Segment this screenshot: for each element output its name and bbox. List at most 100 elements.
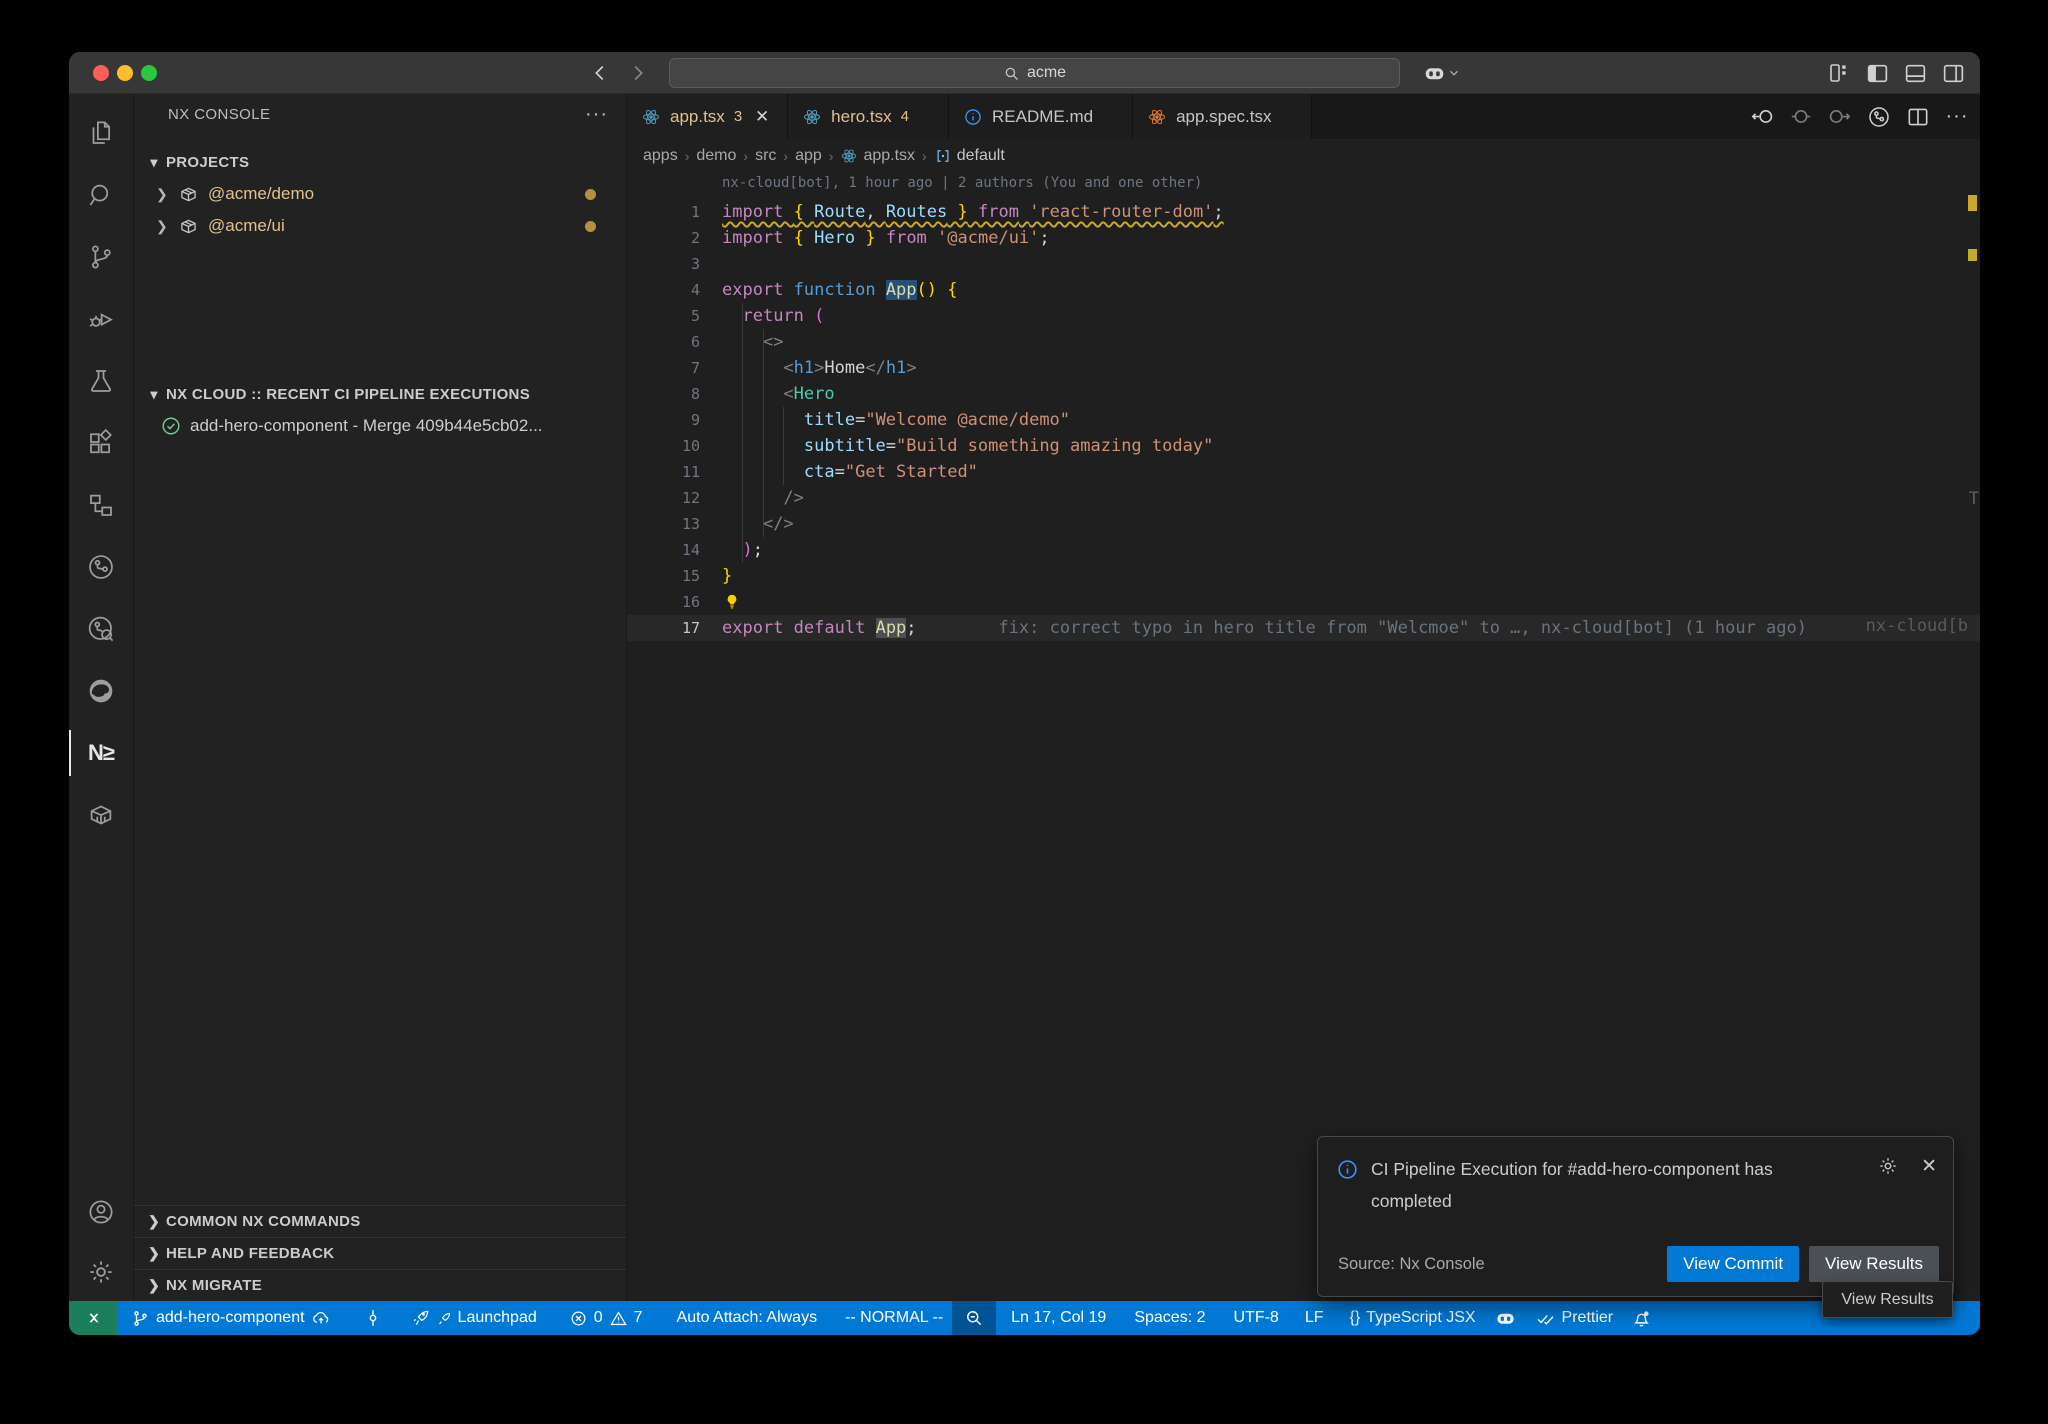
revision-icon[interactable] — [1788, 104, 1814, 130]
code-line-13[interactable]: 13 </> — [627, 511, 1980, 537]
code-line-7[interactable]: 7 <h1>Home</h1> — [627, 355, 1980, 381]
command-center-search[interactable]: acme — [669, 58, 1400, 88]
code-line-4[interactable]: 4export function App() { — [627, 277, 1980, 303]
code-line-11[interactable]: 11 cta="Get Started" — [627, 459, 1980, 485]
info-icon — [1336, 1153, 1359, 1217]
run-debug-icon[interactable] — [69, 288, 134, 350]
breadcrumb-item[interactable]: src — [755, 147, 776, 165]
toggle-panel-icon[interactable] — [1902, 60, 1928, 86]
chevron-down-icon: ▾ — [142, 386, 166, 403]
minimize-window-button[interactable] — [117, 65, 133, 81]
notification-settings-icon[interactable] — [1877, 1155, 1899, 1178]
settings-gear-icon[interactable] — [69, 1243, 134, 1301]
code-line-14[interactable]: 14 ); — [627, 537, 1980, 563]
modified-dot — [585, 189, 596, 200]
lightbulb-icon[interactable] — [722, 592, 742, 612]
nx-graph-icon[interactable] — [69, 536, 134, 598]
accounts-icon[interactable] — [69, 1181, 134, 1243]
tab-hero-tsx[interactable]: hero.tsx 4 — [788, 94, 949, 139]
zoom-out-item[interactable] — [952, 1301, 996, 1335]
code-line-1[interactable]: 1import { Route, Routes } from 'react-ro… — [627, 199, 1980, 225]
notification-close-icon[interactable]: ✕ — [1921, 1155, 1937, 1178]
react-icon — [802, 107, 822, 127]
sidebar-more-actions-icon[interactable]: ··· — [585, 103, 608, 126]
code-line-6[interactable]: 6 <> — [627, 329, 1980, 355]
view-commit-button[interactable]: View Commit — [1667, 1246, 1799, 1282]
next-change-icon[interactable] — [1827, 104, 1853, 130]
breadcrumb-item[interactable]: demo — [696, 147, 736, 165]
line-number: 17 — [627, 615, 700, 641]
chevron-right-icon: ❯ — [142, 1213, 166, 1230]
code-line-15[interactable]: 15} — [627, 563, 1980, 589]
copilot-status-item[interactable] — [1485, 1301, 1526, 1335]
project-item-acme-ui[interactable]: ❯ @acme/ui — [134, 210, 626, 242]
code-line-8[interactable]: 8 <Hero — [627, 381, 1980, 407]
code-line-12[interactable]: 12 /> — [627, 485, 1980, 511]
code-line-3[interactable]: 3 — [627, 251, 1980, 277]
notifications-bell-icon[interactable] — [1622, 1301, 1666, 1335]
project-item-acme-demo[interactable]: ❯ @acme/demo — [134, 178, 626, 210]
zoom-window-button[interactable] — [141, 65, 157, 81]
language-mode-item[interactable]: {} TypeScript JSX — [1340, 1301, 1484, 1335]
auto-attach-item[interactable]: Auto Attach: Always — [668, 1301, 827, 1335]
code-line-10[interactable]: 10 subtitle="Build something amazing tod… — [627, 433, 1980, 459]
view-results-button[interactable]: View Results — [1809, 1246, 1939, 1282]
breadcrumb-item-file[interactable]: app.tsx — [840, 147, 915, 165]
toggle-sidebar-icon[interactable] — [1864, 60, 1890, 86]
git-commit-item[interactable] — [354, 1301, 392, 1335]
vim-mode-item[interactable]: -- NORMAL -- — [836, 1301, 952, 1335]
references-icon[interactable] — [69, 474, 134, 536]
tab-app-tsx[interactable]: app.tsx 3 ✕ — [627, 94, 788, 139]
tab-readme-md[interactable]: README.md — [949, 94, 1133, 139]
problems-item[interactable]: 0 7 — [560, 1301, 652, 1335]
code-line-content: return ( — [700, 303, 824, 329]
testing-icon[interactable] — [69, 350, 134, 412]
common-nx-commands-header[interactable]: ❯COMMON NX COMMANDS — [134, 1205, 626, 1237]
code-line-9[interactable]: 9 title="Welcome @acme/demo" — [627, 407, 1980, 433]
remote-indicator[interactable] — [69, 1301, 118, 1335]
customize-layout-icon[interactable] — [1826, 60, 1852, 86]
cursor-position-item[interactable]: Ln 17, Col 19 — [1002, 1301, 1115, 1335]
indentation-item[interactable]: Spaces: 2 — [1125, 1301, 1214, 1335]
code-line-content: <> — [700, 329, 783, 355]
breadcrumb-item[interactable]: apps — [643, 147, 678, 165]
nx-migrate-header[interactable]: ❯NX MIGRATE — [134, 1269, 626, 1301]
git-branch-item[interactable]: add-hero-component — [122, 1301, 340, 1335]
edge-browser-icon[interactable] — [69, 660, 134, 722]
nav-back-icon[interactable] — [587, 60, 613, 86]
breadcrumb-item[interactable]: app — [795, 147, 822, 165]
help-and-feedback-header[interactable]: ❯HELP AND FEEDBACK — [134, 1237, 626, 1269]
code-line-2[interactable]: 2import { Hero } from '@acme/ui'; — [627, 225, 1980, 251]
code-line-17[interactable]: 17export default App; fix: correct typo … — [627, 615, 1980, 641]
explorer-icon[interactable] — [69, 102, 134, 164]
encoding-item[interactable]: UTF-8 — [1224, 1301, 1287, 1335]
launchpad-item[interactable]: Launchpad — [402, 1301, 546, 1335]
code-line-content: <Hero — [700, 381, 835, 407]
nav-forward-icon[interactable] — [625, 60, 651, 86]
tab-app-spec-tsx[interactable]: app.spec.tsx — [1133, 94, 1311, 139]
nx-cloud-section-header[interactable]: ▾ NX CLOUD :: RECENT CI PIPELINE EXECUTI… — [134, 378, 626, 410]
code-line-16[interactable]: 16 — [627, 589, 1980, 615]
code-editor[interactable]: nx-cloud[bot], 1 hour ago | 2 authors (Y… — [627, 173, 1980, 1301]
close-tab-icon[interactable]: ✕ — [751, 106, 773, 128]
search-icon[interactable] — [69, 164, 134, 226]
containers-icon[interactable] — [69, 784, 134, 846]
source-control-icon[interactable] — [69, 226, 134, 288]
split-editor-icon[interactable] — [1905, 104, 1931, 130]
open-changes-icon[interactable] — [1866, 104, 1892, 130]
extensions-icon[interactable] — [69, 412, 134, 474]
projects-section-header[interactable]: ▾ PROJECTS — [134, 146, 626, 178]
prettier-item[interactable]: Prettier — [1526, 1301, 1623, 1335]
code-line-5[interactable]: 5 return ( — [627, 303, 1980, 329]
more-actions-icon[interactable]: ··· — [1944, 104, 1970, 130]
copilot-menu-button[interactable] — [1413, 60, 1469, 86]
nx-console-icon[interactable]: N≥ — [69, 722, 134, 784]
breadcrumb-item-symbol[interactable]: default — [934, 147, 1005, 165]
eol-item[interactable]: LF — [1296, 1301, 1333, 1335]
pipeline-execution-item[interactable]: add-hero-component - Merge 409b44e5cb02.… — [134, 410, 626, 442]
warning-count: 7 — [634, 1309, 643, 1327]
close-window-button[interactable] — [93, 65, 109, 81]
toggle-secondary-sidebar-icon[interactable] — [1940, 60, 1966, 86]
nx-cloud-search-icon[interactable] — [69, 598, 134, 660]
previous-change-icon[interactable] — [1749, 104, 1775, 130]
